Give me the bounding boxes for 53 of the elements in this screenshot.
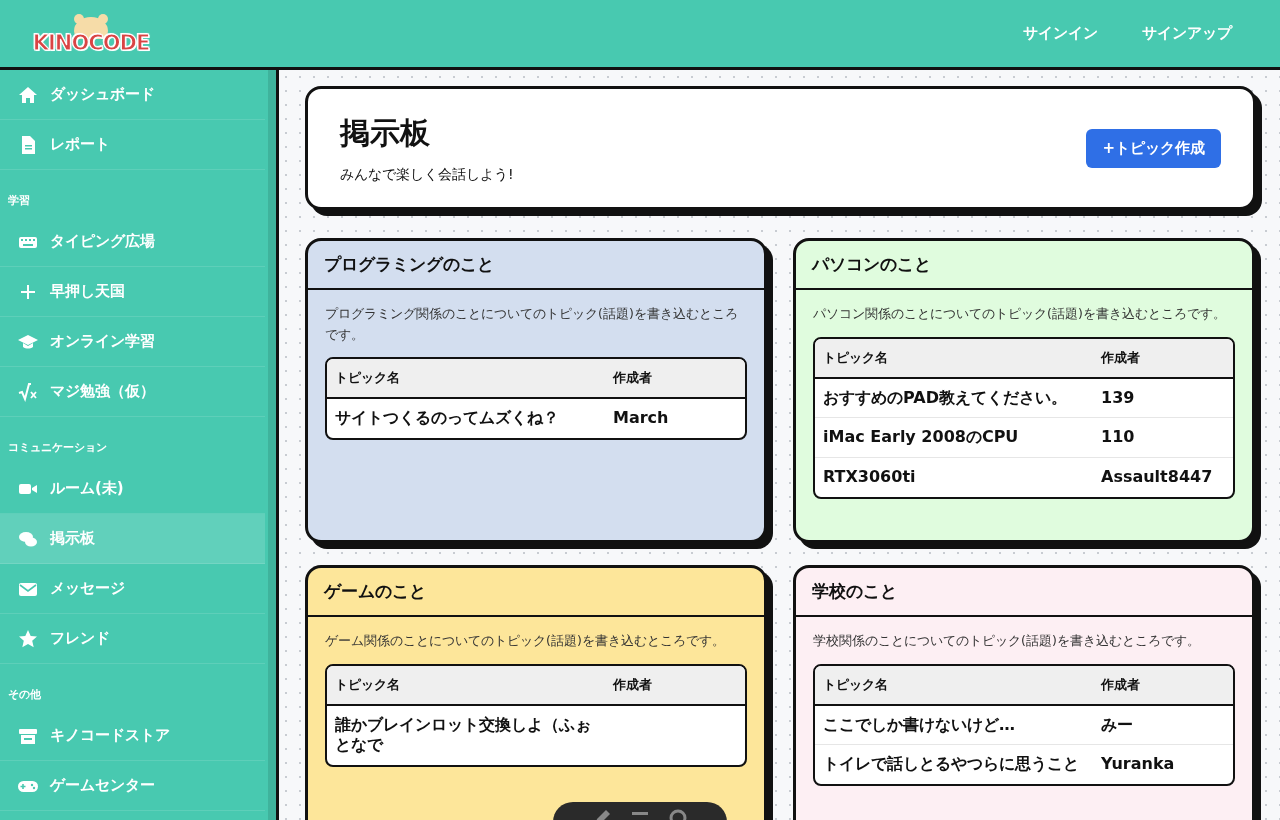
topic-link[interactable]: トイレで話しとるやつらに思うこと [815,745,1093,785]
sidebar-item[interactable]: ゲームセンター [0,761,265,811]
board-description: ゲーム関係のことについてのトピック(話題)を書き込むところです。 [325,632,726,650]
create-topic-button[interactable]: +トピック作成 [1086,128,1221,168]
home-icon [18,84,38,105]
board-title: パソコンのこと [796,241,1252,290]
topic-link[interactable]: おすすめのPAD教えてください。 [815,378,1093,419]
page-title: 掲示板 [340,113,431,152]
topic-link[interactable]: 誰かブレインロット交換しよ（ふぉとなで [327,705,605,766]
author-name: Yuranka [1100,753,1176,776]
author-name: 110 [1093,418,1233,459]
author-name: みー [1093,705,1233,746]
section-heading: 学習 [7,193,31,209]
section-heading: コミュニケーション [7,440,108,456]
topic-link[interactable]: iMac Early 2008のCPU [815,418,1093,459]
section-heading: その他 [7,687,42,703]
author-name: March [612,407,670,430]
sidebar-item[interactable]: レポート [0,120,265,170]
sidebar-item[interactable]: マジ勉強（仮） [0,367,265,417]
sidebar-item[interactable]: キノコードストア [0,711,265,761]
column-header: 作成者 [1093,338,1233,379]
sidebar-item[interactable]: オンライン学習 [0,317,265,367]
column-header: 作成者 [1093,665,1233,706]
author-name: 139 [1093,378,1233,419]
board-title: 学校のこと [796,568,1252,617]
column-header: トピック名 [815,338,1093,379]
column-header: 作成者 [605,665,745,706]
sidebar-item[interactable]: タイピング広場 [0,217,265,267]
nav-link[interactable]: サインアップ [1142,24,1232,43]
board-title: プログラミングのこと [308,241,764,290]
star-icon [18,628,38,649]
column-header: トピック名 [327,359,605,400]
column-header: 作成者 [605,359,745,400]
sidebar-item[interactable]: フレンド [0,614,265,664]
topic-link[interactable]: サイトつくるのってムズくね？ [327,399,605,439]
column-header: トピック名 [815,665,1093,706]
sidebar-item[interactable]: 掲示板 [0,514,265,564]
sidebar-item[interactable]: 早押し天国 [0,267,265,317]
board-description: パソコン関係のことについてのトピック(話題)を書き込むところです。 [813,305,1227,323]
logo[interactable]: KINOCODE [32,30,150,55]
page-subtitle: みんなで楽しく会話しよう! [340,165,514,184]
sidebar-item[interactable]: メッセージ [0,564,265,614]
topic-link[interactable]: RTX3060ti [815,458,1093,497]
board-description: プログラミング関係のことについてのトピック(話題)を書き込むところです。 [325,305,739,344]
sidebar-item[interactable]: ルーム(未) [0,464,265,514]
board-description: 学校関係のことについてのトピック(話題)を書き込むところです。 [813,632,1201,650]
board-title: ゲームのこと [308,568,764,617]
nav-link[interactable]: サインイン [1023,24,1098,43]
topic-link[interactable]: ここでしか書けないけど… [815,705,1093,746]
sidebar-item[interactable]: ダッシュボード [0,70,265,120]
column-header: トピック名 [327,665,605,706]
author-name: Assault8447 [1100,466,1214,489]
square-root-icon [18,381,38,402]
